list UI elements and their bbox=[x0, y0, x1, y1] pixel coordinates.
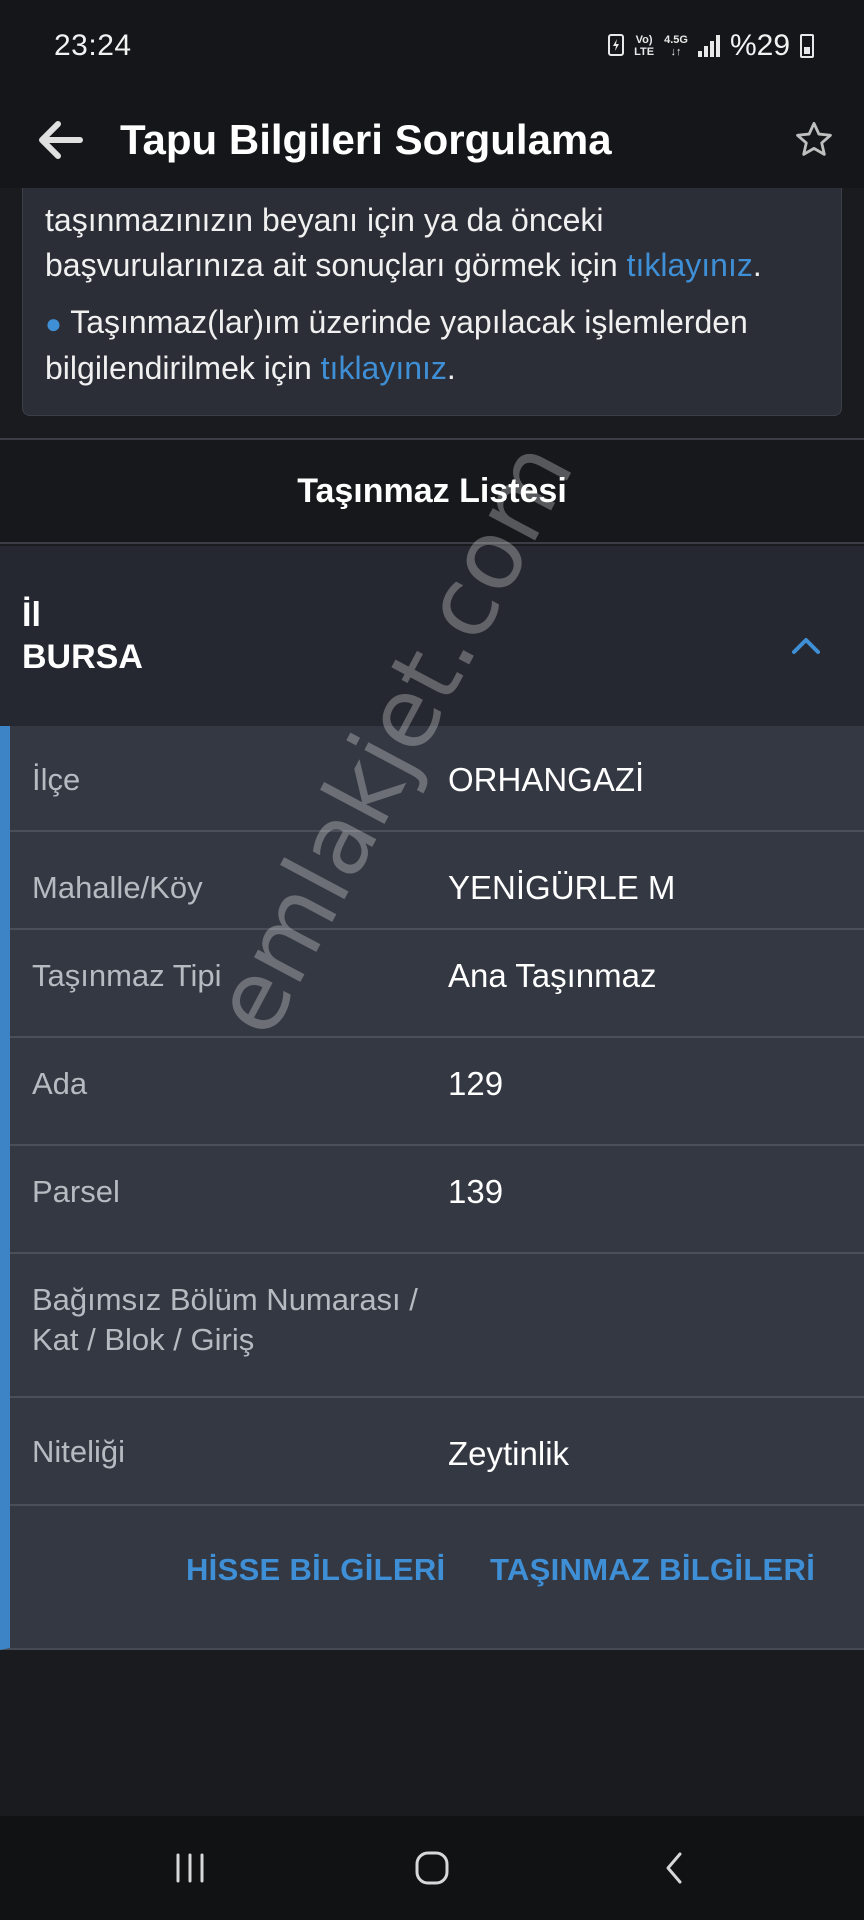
detail-row-quality: Niteliği Zeytinlik bbox=[10, 1398, 864, 1506]
detail-row-parcel: Parsel 139 bbox=[10, 1146, 864, 1254]
favorite-button[interactable] bbox=[764, 92, 864, 188]
chevron-up-icon[interactable] bbox=[786, 626, 826, 666]
home-button[interactable] bbox=[352, 1816, 512, 1920]
detail-row-block: Ada 129 bbox=[10, 1038, 864, 1146]
status-time: 23:24 bbox=[54, 29, 132, 62]
detail-label: İlçe bbox=[32, 762, 81, 797]
navigation-bar bbox=[0, 1816, 864, 1920]
network-type-indicator: 4.5G ↓↑ bbox=[664, 34, 688, 58]
page-title: Tapu Bilgileri Sorgulama bbox=[120, 116, 612, 163]
recent-apps-icon bbox=[176, 1853, 204, 1883]
back-nav-button[interactable] bbox=[594, 1816, 754, 1920]
home-icon bbox=[415, 1851, 449, 1885]
bullet-icon: ● bbox=[45, 308, 62, 339]
volte-indicator: Vo) LTE bbox=[634, 34, 654, 58]
province-header[interactable]: İl BURSA bbox=[0, 546, 864, 726]
actions: HİSSE BİLGİLERİ TAŞINMAZ BİLGİLERİ bbox=[10, 1506, 864, 1650]
detail-value: 129 bbox=[448, 1065, 504, 1102]
chevron-left-icon bbox=[666, 1852, 682, 1884]
detail-label: Niteliği bbox=[32, 1434, 126, 1469]
app-header: Tapu Bilgileri Sorgulama bbox=[0, 92, 864, 188]
battery-icon bbox=[800, 34, 814, 58]
detail-row-district: İlçe ORHANGAZİ bbox=[10, 726, 864, 832]
battery-percent: %29 bbox=[729, 29, 790, 62]
detail-row-neighborhood: Mahalle/Köy YENİGÜRLE M bbox=[10, 832, 864, 930]
detail-value: YENİGÜRLE M bbox=[448, 869, 676, 906]
detail-label: Bağımsız Bölüm Numarası / Kat / Blok / G… bbox=[32, 1282, 418, 1357]
data-arrows-icon: ↓↑ bbox=[670, 46, 682, 58]
network-type: 4.5G bbox=[664, 34, 688, 46]
property-details: İlçe ORHANGAZİ Mahalle/Köy YENİGÜRLE M T… bbox=[0, 726, 864, 1650]
status-bar: 23:24 Vo) LTE 4.5G ↓↑ %29 bbox=[0, 0, 864, 92]
detail-label: Taşınmaz Tipi bbox=[32, 958, 222, 993]
info-period-1: . bbox=[752, 247, 762, 283]
detail-value: Zeytinlik bbox=[448, 1435, 570, 1472]
star-outline-icon bbox=[796, 121, 832, 156]
info-link-1[interactable]: tıklayınız bbox=[627, 247, 753, 283]
section-title: Taşınmaz Listesi bbox=[0, 440, 864, 544]
detail-row-unit: Bağımsız Bölüm Numarası / Kat / Blok / G… bbox=[10, 1254, 864, 1398]
info-paragraph-2: ● Taşınmaz(lar)ım üzerinde yapılacak işl… bbox=[45, 300, 819, 391]
detail-label: Mahalle/Köy bbox=[32, 870, 203, 905]
recent-apps-button[interactable] bbox=[110, 1816, 270, 1920]
detail-value: 139 bbox=[448, 1173, 504, 1210]
volte-bottom: LTE bbox=[634, 46, 655, 58]
data-saver-icon bbox=[608, 33, 625, 59]
info-period-2: . bbox=[446, 350, 456, 386]
signal-icon bbox=[697, 35, 720, 57]
province-label: İl bbox=[22, 596, 41, 634]
property-info-button[interactable]: TAŞINMAZ BİLGİLERİ bbox=[490, 1552, 815, 1588]
detail-value: ORHANGAZİ bbox=[448, 761, 645, 798]
detail-row-property-type: Taşınmaz Tipi Ana Taşınmaz bbox=[10, 930, 864, 1038]
info-box: taşınmazınızın beyanı için ya da önceki … bbox=[22, 188, 842, 416]
volte-top: Vo) bbox=[635, 34, 653, 46]
detail-value: Ana Taşınmaz bbox=[448, 957, 657, 994]
info-paragraph-1: taşınmazınızın beyanı için ya da önceki … bbox=[45, 198, 819, 288]
back-button[interactable] bbox=[0, 92, 120, 188]
info-link-2[interactable]: tıklayınız bbox=[321, 350, 447, 386]
arrow-left-icon bbox=[39, 121, 83, 159]
status-icons: Vo) LTE 4.5G ↓↑ %29 bbox=[608, 29, 814, 63]
info-text-1: taşınmazınızın beyanı için ya da önceki … bbox=[45, 202, 627, 283]
detail-label: Ada bbox=[32, 1066, 88, 1101]
detail-label: Parsel bbox=[32, 1174, 120, 1209]
province-value: BURSA bbox=[22, 638, 143, 676]
share-info-button[interactable]: HİSSE BİLGİLERİ bbox=[186, 1552, 445, 1588]
